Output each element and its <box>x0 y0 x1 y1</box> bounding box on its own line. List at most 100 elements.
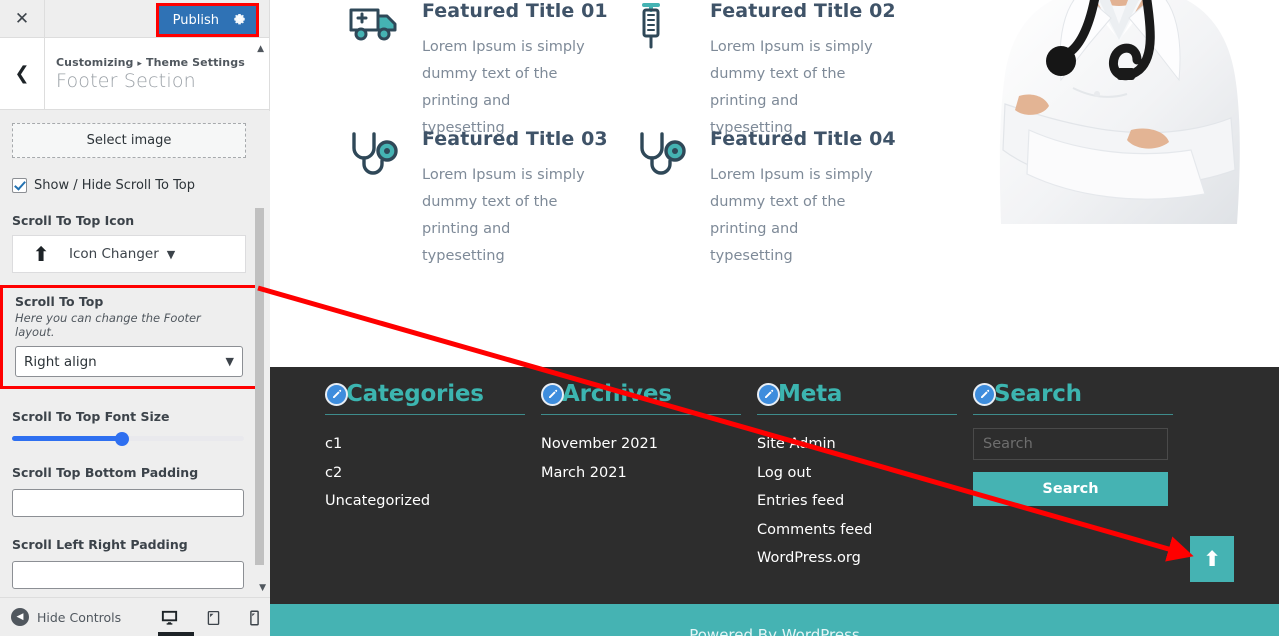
list-item[interactable]: November 2021 <box>541 430 741 459</box>
customizer-topbar: ✕ Publish <box>0 0 269 38</box>
select-image-button[interactable]: Select image <box>12 123 246 158</box>
chevron-left-icon[interactable]: ❮ <box>0 38 45 109</box>
scroll-top-bottom-padding-input[interactable] <box>12 489 244 517</box>
desktop-view-icon[interactable] <box>160 608 179 627</box>
gear-icon[interactable] <box>233 12 246 28</box>
feature-description: Lorem Ipsum is simply dummy text of the … <box>710 39 873 136</box>
edit-pencil-icon[interactable] <box>541 382 564 406</box>
widget-title: Search <box>994 381 1082 407</box>
scroll-down-caret-icon[interactable]: ▼ <box>259 583 266 593</box>
scroll-up-caret-icon[interactable]: ▲ <box>257 44 264 54</box>
widget-title: Categories <box>346 381 484 407</box>
footer-bottom-bar: Powered By WordPress <box>270 604 1279 636</box>
arrow-up-icon: ⬆ <box>1203 546 1221 571</box>
page-title: Footer Section <box>56 69 196 92</box>
feature-text: Featured Title 01 Lorem Ipsum is simply … <box>422 0 608 142</box>
list-item[interactable]: c2 <box>325 459 525 488</box>
edit-pencil-icon[interactable] <box>757 382 780 406</box>
panel-header-text: Customizing ▸ Theme Settings Footer Sect… <box>45 56 245 92</box>
feature-title: Featured Title 02 <box>710 0 896 22</box>
scroll-to-top-font-size-slider[interactable] <box>12 431 244 446</box>
list-item[interactable]: March 2021 <box>541 459 741 488</box>
scroll-to-top-alignment-select[interactable]: Right align ▼ <box>15 346 243 377</box>
edit-pencil-icon[interactable] <box>325 382 348 406</box>
footer-widget-categories: Categories c1 c2 Uncategorized <box>325 381 525 516</box>
powered-by-text: Powered By WordPress <box>689 626 860 636</box>
stethoscope-icon <box>636 128 692 270</box>
feature-description: Lorem Ipsum is simply dummy text of the … <box>422 167 585 264</box>
list-item[interactable]: c1 <box>325 430 525 459</box>
doctor-photo <box>969 0 1279 244</box>
list-item[interactable]: Site Admin <box>757 430 957 459</box>
widget-item-list: November 2021 March 2021 <box>541 430 741 487</box>
feature-text: Featured Title 02 Lorem Ipsum is simply … <box>710 0 896 142</box>
scroll-left-right-padding-label: Scroll Left Right Padding <box>12 537 188 552</box>
show-hide-scroll-to-top-label: Show / Hide Scroll To Top <box>34 178 196 193</box>
publish-button[interactable]: Publish <box>158 6 256 34</box>
feature-card: Featured Title 03 Lorem Ipsum is simply … <box>348 128 608 270</box>
scroll-to-top-font-size-label: Scroll To Top Font Size <box>12 409 170 424</box>
widget-item-list: Site Admin Log out Entries feed Comments… <box>757 430 957 573</box>
features-section: Featured Title 01 Lorem Ipsum is simply … <box>270 0 1279 367</box>
list-item[interactable]: Log out <box>757 459 957 488</box>
close-icon[interactable]: ✕ <box>0 0 45 37</box>
collapse-icon: ◀ <box>11 608 29 626</box>
mobile-view-icon[interactable] <box>248 609 261 627</box>
show-hide-scroll-to-top-row[interactable]: Show / Hide Scroll To Top <box>12 178 246 193</box>
feature-card: Featured Title 04 Lorem Ipsum is simply … <box>636 128 896 270</box>
list-item[interactable]: Entries feed <box>757 487 957 516</box>
widget-header: Archives <box>541 381 741 407</box>
breadcrumb-parent[interactable]: Theme Settings <box>146 56 245 69</box>
customizer-sidebar: ✕ Publish ❮ Customizing ▸ Theme Settings… <box>0 0 270 636</box>
show-hide-scroll-to-top-checkbox[interactable] <box>12 178 27 193</box>
tablet-view-icon[interactable] <box>205 609 222 627</box>
hide-controls-button[interactable]: ◀ Hide Controls <box>0 608 121 626</box>
screen-root: ✕ Publish ❮ Customizing ▸ Theme Settings… <box>0 0 1279 636</box>
customizer-panel-header: ❮ Customizing ▸ Theme Settings Footer Se… <box>0 38 269 110</box>
active-device-indicator <box>158 632 194 636</box>
footer-widget-search: Search Search <box>973 381 1173 506</box>
icon-changer-control[interactable]: ⬆ Icon Changer ▼ <box>12 235 246 273</box>
footer-widget-archives: Archives November 2021 March 2021 <box>541 381 741 487</box>
feature-description: Lorem Ipsum is simply dummy text of the … <box>422 39 585 136</box>
feature-card: Featured Title 02 Lorem Ipsum is simply … <box>636 0 896 142</box>
breadcrumb-separator-icon: ▸ <box>137 58 143 69</box>
chevron-down-icon: ▼ <box>225 355 234 368</box>
site-footer: Categories c1 c2 Uncategorized Archives … <box>270 367 1279 604</box>
scroll-to-top-section-title: Scroll To Top <box>15 294 104 309</box>
publish-button-label: Publish <box>172 12 219 28</box>
arrow-up-icon: ⬆ <box>32 242 50 266</box>
search-submit-button[interactable]: Search <box>973 472 1168 506</box>
scroll-to-top-button[interactable]: ⬆ <box>1190 536 1234 582</box>
scroll-to-top-layout-highlight: Scroll To Top Here you can change the Fo… <box>0 285 258 389</box>
widget-title: Archives <box>562 381 672 407</box>
theme-preview: Featured Title 01 Lorem Ipsum is simply … <box>270 0 1279 636</box>
stethoscope-icon <box>348 128 404 270</box>
feature-title: Featured Title 03 <box>422 128 608 150</box>
slider-thumb[interactable] <box>115 432 129 446</box>
widget-header: Search <box>973 381 1173 407</box>
footer-widgets: Categories c1 c2 Uncategorized Archives … <box>270 367 1279 604</box>
list-item[interactable]: Uncategorized <box>325 487 525 516</box>
breadcrumb-prefix: Customizing <box>56 55 134 69</box>
list-item[interactable]: Comments feed <box>757 516 957 545</box>
scroll-left-right-padding-input[interactable] <box>12 561 244 589</box>
syringe-icon <box>636 0 692 142</box>
widget-divider <box>757 414 957 415</box>
feature-title: Featured Title 04 <box>710 128 896 150</box>
widget-divider <box>325 414 525 415</box>
hide-controls-label: Hide Controls <box>37 609 122 625</box>
edit-pencil-icon[interactable] <box>973 382 996 406</box>
feature-description: Lorem Ipsum is simply dummy text of the … <box>710 167 873 264</box>
widget-title: Meta <box>778 381 843 407</box>
scroll-to-top-alignment-value: Right align <box>24 353 97 370</box>
chevron-down-icon[interactable]: ▼ <box>167 248 175 261</box>
feature-text: Featured Title 04 Lorem Ipsum is simply … <box>710 128 896 270</box>
footer-widget-meta: Meta Site Admin Log out Entries feed Com… <box>757 381 957 573</box>
publish-highlight-box: Publish <box>155 3 259 37</box>
search-input[interactable] <box>973 428 1168 460</box>
customizer-controls-scroll-area[interactable]: Select image Show / Hide Scroll To Top S… <box>0 111 270 597</box>
customizer-scrollbar-thumb[interactable] <box>255 208 264 565</box>
feature-title: Featured Title 01 <box>422 0 608 22</box>
list-item[interactable]: WordPress.org <box>757 544 957 573</box>
